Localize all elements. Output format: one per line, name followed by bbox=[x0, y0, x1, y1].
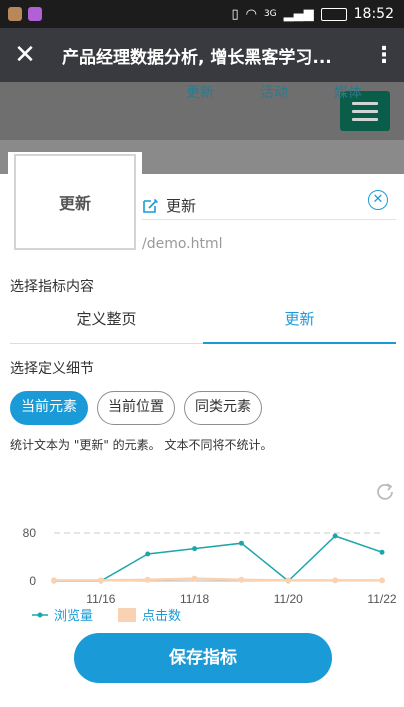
y-tick-label: 0 bbox=[29, 574, 36, 588]
app-root: ▯ ◠ 3G ▂▄▆ 18:52 ✕ 产品经理数据分析, 增长黑客学习... ⋮… bbox=[0, 0, 404, 707]
clock: 18:52 bbox=[353, 6, 394, 22]
detail-chips: 当前元素 当前位置 同类元素 bbox=[10, 391, 262, 425]
web-nav-tabs: 更新 活动 媒体 bbox=[186, 82, 362, 102]
data-point-clicks bbox=[51, 577, 57, 584]
notification-icons bbox=[8, 7, 42, 21]
legend-label-clicks: 点击数 bbox=[142, 609, 181, 624]
x-tick-label: 11/22 bbox=[367, 592, 396, 606]
element-thumbnail: 更新 bbox=[14, 154, 136, 250]
save-metric-button[interactable]: 保存指标 bbox=[74, 633, 332, 683]
element-name-field[interactable]: 更新 ✕ bbox=[142, 190, 396, 220]
app-title-bar: ✕ 产品经理数据分析, 增长黑客学习... ⋮ bbox=[0, 28, 404, 82]
page-url: /demo.html bbox=[142, 236, 223, 252]
web-tab: 更新 bbox=[186, 85, 214, 101]
data-point-views bbox=[238, 540, 244, 546]
data-point-views bbox=[145, 551, 151, 557]
vibrate-icon: ▯ bbox=[231, 6, 239, 22]
x-tick-label: 11/18 bbox=[180, 592, 209, 606]
metric-tabs: 定义整页 更新 bbox=[10, 300, 396, 344]
signal-icon: ▂▄▆ bbox=[283, 6, 314, 22]
legend-swatch-clicks bbox=[118, 608, 136, 622]
legend-marker-views bbox=[37, 612, 43, 618]
detail-section-title: 选择定义细节 bbox=[10, 361, 94, 377]
trend-chart: 0 80 11/16 11/18 11/20 11/22 浏览量 点击数 bbox=[23, 526, 397, 624]
element-name-value: 更新 bbox=[166, 197, 197, 215]
close-icon[interactable]: ✕ bbox=[0, 28, 50, 82]
tab-define-page[interactable]: 定义整页 bbox=[10, 300, 203, 344]
page-title: 产品经理数据分析, 增长黑客学习... bbox=[62, 47, 332, 68]
x-tick-label: 11/16 bbox=[86, 592, 115, 606]
app-notification-icon bbox=[8, 7, 22, 21]
data-point-views bbox=[379, 549, 385, 555]
data-point-clicks bbox=[191, 575, 198, 582]
system-status: ▯ ◠ 3G ▂▄▆ 18:52 bbox=[231, 6, 394, 22]
chip-similar-elements[interactable]: 同类元素 bbox=[184, 391, 262, 425]
image-notification-icon bbox=[28, 7, 42, 21]
series-line-views bbox=[54, 535, 383, 582]
data-point-clicks bbox=[97, 577, 104, 584]
metric-section-title: 选择指标内容 bbox=[10, 279, 94, 295]
data-point-clicks bbox=[238, 576, 245, 583]
network-type: 3G bbox=[263, 9, 277, 19]
refresh-icon[interactable] bbox=[374, 481, 396, 503]
data-point-clicks bbox=[332, 577, 339, 584]
status-bar: ▯ ◠ 3G ▂▄▆ 18:52 bbox=[0, 0, 404, 28]
data-point-views bbox=[332, 533, 338, 539]
legend-label-views: 浏览量 bbox=[54, 608, 93, 624]
chip-current-position[interactable]: 当前位置 bbox=[97, 391, 175, 425]
data-point-clicks bbox=[285, 577, 292, 584]
rule-description: 统计文本为 "更新" 的元素。 文本不同将不统计。 bbox=[10, 438, 273, 452]
data-point-views bbox=[192, 546, 198, 552]
x-tick-label: 11/20 bbox=[274, 592, 303, 606]
wifi-icon: ◠ bbox=[245, 6, 257, 22]
battery-icon bbox=[320, 7, 347, 21]
data-point-clicks bbox=[144, 576, 151, 583]
web-tab: 媒体 bbox=[334, 85, 362, 101]
data-point-clicks bbox=[379, 577, 385, 584]
clear-icon[interactable]: ✕ bbox=[368, 190, 388, 210]
chip-current-element[interactable]: 当前元素 bbox=[10, 391, 88, 425]
y-tick-label: 80 bbox=[23, 526, 37, 540]
tab-update[interactable]: 更新 bbox=[203, 300, 396, 344]
edit-icon bbox=[143, 198, 158, 213]
more-vertical-icon[interactable]: ⋮ bbox=[364, 43, 404, 68]
web-tab: 活动 bbox=[260, 85, 288, 101]
